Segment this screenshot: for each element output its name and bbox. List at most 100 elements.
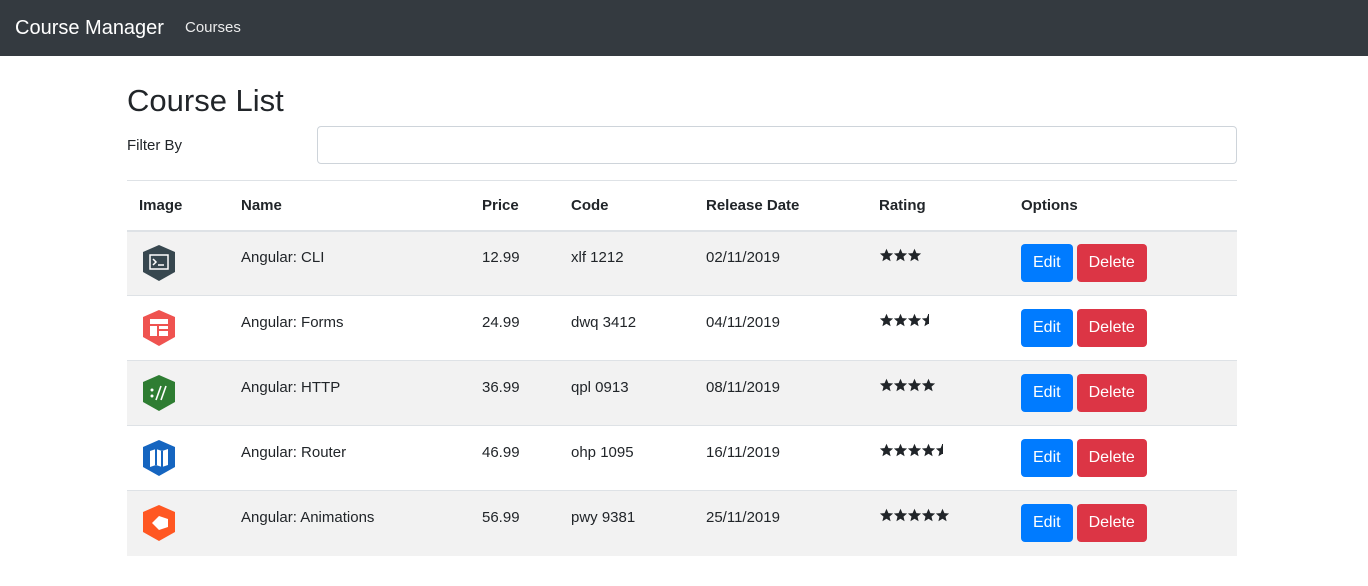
course-name: Angular: CLI — [241, 248, 325, 266]
star-icon — [907, 313, 922, 326]
course-release-date-cell: 25/11/2019 — [694, 490, 867, 556]
course-rating-cell — [867, 490, 1009, 556]
course-price: 36.99 — [482, 378, 520, 396]
course-name: Angular: Animations — [241, 508, 375, 526]
table-body: Angular: CLI 12.99 xlf 1212 02/11/2019 Edit D… — [127, 230, 1237, 556]
header-image: Image — [127, 180, 229, 232]
course-options-cell: Edit Delete — [1009, 425, 1237, 491]
edit-button[interactable]: Edit — [1021, 309, 1073, 347]
star-rating — [879, 313, 935, 331]
table-row: Angular: Forms 24.99 dwq 3412 04/11/2019 Edi… — [127, 295, 1237, 361]
star-icon — [935, 443, 943, 456]
star-icon — [921, 508, 936, 521]
course-code: xlf 1212 — [571, 248, 624, 266]
header-rating: Rating — [867, 180, 1009, 232]
course-price-cell: 46.99 — [470, 425, 559, 491]
course-code: dwq 3412 — [571, 313, 637, 331]
course-code-cell: pwy 9381 — [559, 490, 694, 556]
table-row: Angular: HTTP 36.99 qpl 0913 08/11/2019 Edit… — [127, 360, 1237, 426]
table-row: Angular: Animations 56.99 pwy 9381 25/11/20… — [127, 490, 1237, 556]
star-icon — [893, 248, 908, 261]
star-icon — [907, 378, 922, 391]
edit-button[interactable]: Edit — [1021, 504, 1073, 543]
course-rating-cell — [867, 425, 1009, 491]
header-name: Name — [229, 180, 470, 232]
course-price: 24.99 — [482, 313, 520, 331]
course-image-cell — [127, 425, 229, 491]
star-icon — [907, 248, 922, 261]
delete-button[interactable]: Delete — [1076, 504, 1147, 543]
course-code-cell: dwq 3412 — [559, 295, 694, 361]
course-price-cell: 12.99 — [470, 231, 559, 296]
course-price: 56.99 — [482, 508, 520, 526]
course-code-cell: qpl 0913 — [559, 360, 694, 426]
course-price-cell: 56.99 — [470, 490, 559, 556]
delete-button[interactable]: Delete — [1076, 309, 1147, 347]
http-icon — [143, 375, 175, 411]
star-icon — [921, 313, 929, 326]
course-name-cell: Angular: Router — [229, 425, 470, 491]
edit-button[interactable]: Edit — [1021, 244, 1073, 283]
star-icon — [879, 443, 894, 456]
course-rating-cell — [867, 360, 1009, 426]
course-code-cell: xlf 1212 — [559, 231, 694, 296]
course-release-date: 25/11/2019 — [706, 508, 780, 526]
course-options-cell: Edit Delete — [1009, 295, 1237, 361]
table-row: Angular: CLI 12.99 xlf 1212 02/11/2019 Edit D… — [127, 230, 1237, 296]
filter-label: Filter By — [127, 137, 183, 154]
course-release-date-cell: 04/11/2019 — [694, 295, 867, 361]
course-code: ohp 1095 — [571, 443, 634, 461]
delete-button[interactable]: Delete — [1076, 244, 1147, 283]
course-name: Angular: Router — [241, 443, 347, 461]
edit-button[interactable]: Edit — [1021, 374, 1073, 412]
course-options-cell: Edit Delete — [1009, 231, 1237, 296]
brand-link[interactable]: Course Manager — [15, 14, 164, 42]
delete-button[interactable]: Delete — [1076, 374, 1147, 412]
course-release-date-cell: 16/11/2019 — [694, 425, 867, 491]
course-release-date-cell: 02/11/2019 — [694, 231, 867, 296]
filter-input[interactable] — [317, 126, 1237, 164]
course-name-cell: Angular: CLI — [229, 231, 470, 296]
course-release-date: 02/11/2019 — [706, 248, 780, 266]
star-icon — [907, 508, 922, 521]
course-name-cell: Angular: Animations — [229, 490, 470, 556]
star-icon — [879, 248, 894, 261]
course-price: 12.99 — [482, 248, 520, 266]
star-rating — [879, 248, 922, 266]
course-name-cell: Angular: HTTP — [229, 360, 470, 426]
router-icon — [143, 440, 175, 476]
course-image-cell — [127, 360, 229, 426]
table-row: Angular: Router 46.99 ohp 1095 16/11/2019 Ed… — [127, 425, 1237, 491]
star-rating — [879, 508, 950, 526]
star-icon — [907, 443, 922, 456]
header-release-date: Release Date — [694, 180, 867, 232]
course-name: Angular: HTTP — [241, 378, 341, 396]
header-code: Code — [559, 180, 694, 232]
terminal-icon — [143, 245, 175, 282]
course-release-date: 08/11/2019 — [706, 378, 780, 396]
course-code: qpl 0913 — [571, 378, 629, 396]
course-image-cell — [127, 231, 229, 296]
animations-icon — [143, 505, 175, 542]
header-options: Options — [1009, 180, 1237, 232]
star-rating — [879, 378, 936, 396]
course-price: 46.99 — [482, 443, 520, 461]
course-image-cell — [127, 490, 229, 556]
form-icon — [143, 310, 175, 346]
course-price-cell: 36.99 — [470, 360, 559, 426]
star-icon — [893, 378, 908, 391]
course-release-date: 04/11/2019 — [706, 313, 780, 331]
course-code: pwy 9381 — [571, 508, 636, 526]
course-name-cell: Angular: Forms — [229, 295, 470, 361]
course-options-cell: Edit Delete — [1009, 360, 1237, 426]
course-code-cell: ohp 1095 — [559, 425, 694, 491]
star-rating — [879, 443, 949, 461]
edit-button[interactable]: Edit — [1021, 439, 1073, 477]
course-price-cell: 24.99 — [470, 295, 559, 361]
course-table: Image Name Price Code Release Date Ratin… — [127, 180, 1237, 556]
star-icon — [879, 313, 894, 326]
nav-link-courses[interactable]: Courses — [185, 18, 241, 38]
course-rating-cell — [867, 231, 1009, 296]
delete-button[interactable]: Delete — [1076, 439, 1147, 477]
header-price: Price — [470, 180, 559, 232]
